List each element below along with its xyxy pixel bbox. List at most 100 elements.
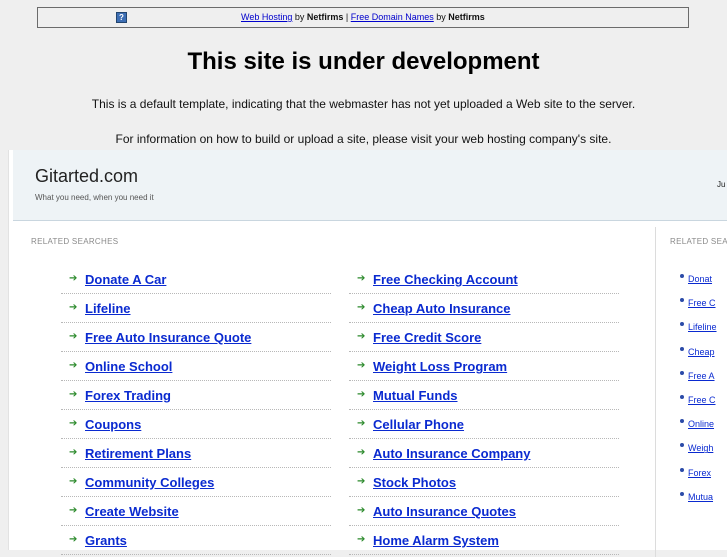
list-item: Free A	[680, 366, 717, 390]
page-title: This site is under development	[187, 48, 540, 75]
related-search-link[interactable]: Forex Trading	[85, 388, 171, 403]
arrow-right-icon: ➔	[357, 302, 366, 313]
sidebar-search-link[interactable]: Free C	[688, 298, 716, 308]
arrow-right-icon: ➔	[357, 447, 366, 458]
list-item: ➔ Donate A Car	[61, 265, 331, 294]
bullet-icon	[680, 394, 684, 399]
sidebar-search-link[interactable]: Mutua	[688, 492, 713, 502]
related-search-link[interactable]: Home Alarm System	[373, 533, 499, 548]
arrow-right-icon: ➔	[357, 360, 366, 371]
list-item: ➔ Community Colleges	[61, 468, 331, 497]
list-item: ➔ Cellular Phone	[349, 410, 619, 439]
sidebar-search-link[interactable]: Free C	[688, 395, 716, 405]
sidebar-search-link[interactable]: Donat	[688, 274, 712, 284]
list-item: Online	[680, 414, 717, 438]
banner-brand-1: Netfirms	[306, 12, 344, 22]
list-item: Mutua	[680, 487, 717, 511]
related-search-link[interactable]: Cheap Auto Insurance	[373, 301, 510, 316]
related-searches-column-b: ➔ Free Checking Account ➔ Cheap Auto Insura…	[349, 265, 619, 555]
arrow-right-icon: ➔	[69, 331, 78, 342]
sidebar-search-link[interactable]: Online	[688, 419, 714, 429]
related-search-link[interactable]: Donate A Car	[85, 272, 166, 287]
description-hosting-info: For information on how to build or uploa…	[115, 132, 612, 146]
bullet-icon	[680, 443, 684, 448]
bullet-icon	[680, 419, 684, 424]
sidebar-search-link[interactable]: Lifeline	[688, 322, 717, 332]
list-item: Weigh	[680, 438, 717, 462]
arrow-right-icon: ➔	[357, 418, 366, 429]
related-searches-sidebar-title: RELATED SEA	[670, 237, 727, 246]
banner-separator: |	[343, 12, 351, 22]
list-item: Lifeline	[680, 317, 717, 341]
site-title[interactable]: Gitarted.com	[35, 166, 138, 187]
related-search-link[interactable]: Create Website	[85, 504, 179, 519]
description-template: This is a default template, indicating t…	[91, 97, 636, 111]
banner-by-1: by	[292, 12, 307, 22]
arrow-right-icon: ➔	[357, 534, 366, 545]
list-item: ➔ Home Alarm System	[349, 526, 619, 555]
related-searches-sidebar-list: Donat Free C Lifeline Cheap Free A Free C Onli…	[680, 269, 717, 511]
related-search-link[interactable]: Stock Photos	[373, 475, 456, 490]
related-search-link[interactable]: Community Colleges	[85, 475, 214, 490]
arrow-right-icon: ➔	[357, 505, 366, 516]
site-header: Gitarted.com What you need, when you nee…	[13, 150, 727, 221]
related-search-link[interactable]: Free Auto Insurance Quote	[85, 330, 251, 345]
related-search-link[interactable]: Cellular Phone	[373, 417, 464, 432]
list-item: ➔ Free Auto Insurance Quote	[61, 323, 331, 352]
arrow-right-icon: ➔	[69, 505, 78, 516]
arrow-right-icon: ➔	[69, 273, 78, 284]
arrow-right-icon: ➔	[69, 389, 78, 400]
bullet-icon	[680, 346, 684, 351]
arrow-right-icon: ➔	[357, 389, 366, 400]
related-search-link[interactable]: Weight Loss Program	[373, 359, 507, 374]
sidebar-search-link[interactable]: Free A	[688, 371, 715, 381]
list-item: ➔ Mutual Funds	[349, 381, 619, 410]
list-item: ➔ Stock Photos	[349, 468, 619, 497]
bullet-icon	[680, 274, 684, 278]
list-item: ➔ Create Website	[61, 497, 331, 526]
banner-brand-2: Netfirms	[448, 12, 485, 22]
site-header-right-text: Ju	[717, 180, 726, 189]
related-search-link[interactable]: Online School	[85, 359, 172, 374]
sidebar-search-link[interactable]: Weigh	[688, 443, 713, 453]
list-item: ➔ Lifeline	[61, 294, 331, 323]
help-icon[interactable]: ?	[116, 12, 127, 23]
related-searches-main: RELATED SEARCHES ➔ Donate A Car ➔ Lifeline ➔…	[9, 220, 655, 555]
bullet-icon	[680, 370, 684, 375]
bullet-icon	[680, 491, 684, 496]
related-search-link[interactable]: Free Checking Account	[373, 272, 518, 287]
related-searches-sidebar: RELATED SEA Donat Free C Lifeline Cheap Free…	[655, 227, 727, 557]
related-search-link[interactable]: Grants	[85, 533, 127, 548]
related-searches-column-a: ➔ Donate A Car ➔ Lifeline ➔ Free Auto Insuran…	[61, 265, 331, 555]
related-search-link[interactable]: Free Credit Score	[373, 330, 481, 345]
list-item: ➔ Auto Insurance Company	[349, 439, 619, 468]
related-search-link[interactable]: Retirement Plans	[85, 446, 191, 461]
related-search-link[interactable]: Mutual Funds	[373, 388, 458, 403]
related-search-link[interactable]: Auto Insurance Quotes	[373, 504, 516, 519]
sidebar-search-link[interactable]: Forex	[688, 468, 711, 478]
list-item: ➔ Grants	[61, 526, 331, 555]
list-item: ➔ Auto Insurance Quotes	[349, 497, 619, 526]
arrow-right-icon: ➔	[357, 331, 366, 342]
list-item: ➔ Online School	[61, 352, 331, 381]
free-domain-names-link[interactable]: Free Domain Names	[351, 12, 434, 22]
related-search-link[interactable]: Coupons	[85, 417, 141, 432]
sidebar-search-link[interactable]: Cheap	[688, 347, 715, 357]
list-item: ➔ Cheap Auto Insurance	[349, 294, 619, 323]
banner-by-2: by	[433, 12, 449, 22]
related-search-link[interactable]: Auto Insurance Company	[373, 446, 530, 461]
arrow-right-icon: ➔	[357, 476, 366, 487]
parked-domain-panel: Gitarted.com What you need, when you nee…	[8, 150, 727, 557]
list-item: Forex	[680, 463, 717, 487]
bullet-icon	[680, 322, 684, 327]
web-hosting-link[interactable]: Web Hosting	[241, 12, 292, 22]
bullet-icon	[680, 467, 684, 472]
related-searches-title: RELATED SEARCHES	[31, 237, 119, 246]
list-item: ➔ Free Checking Account	[349, 265, 619, 294]
site-tagline: What you need, when you need it	[35, 193, 154, 202]
arrow-right-icon: ➔	[69, 476, 78, 487]
list-item: ➔ Coupons	[61, 410, 331, 439]
related-search-link[interactable]: Lifeline	[85, 301, 131, 316]
arrow-right-icon: ➔	[69, 418, 78, 429]
list-item: ➔ Free Credit Score	[349, 323, 619, 352]
